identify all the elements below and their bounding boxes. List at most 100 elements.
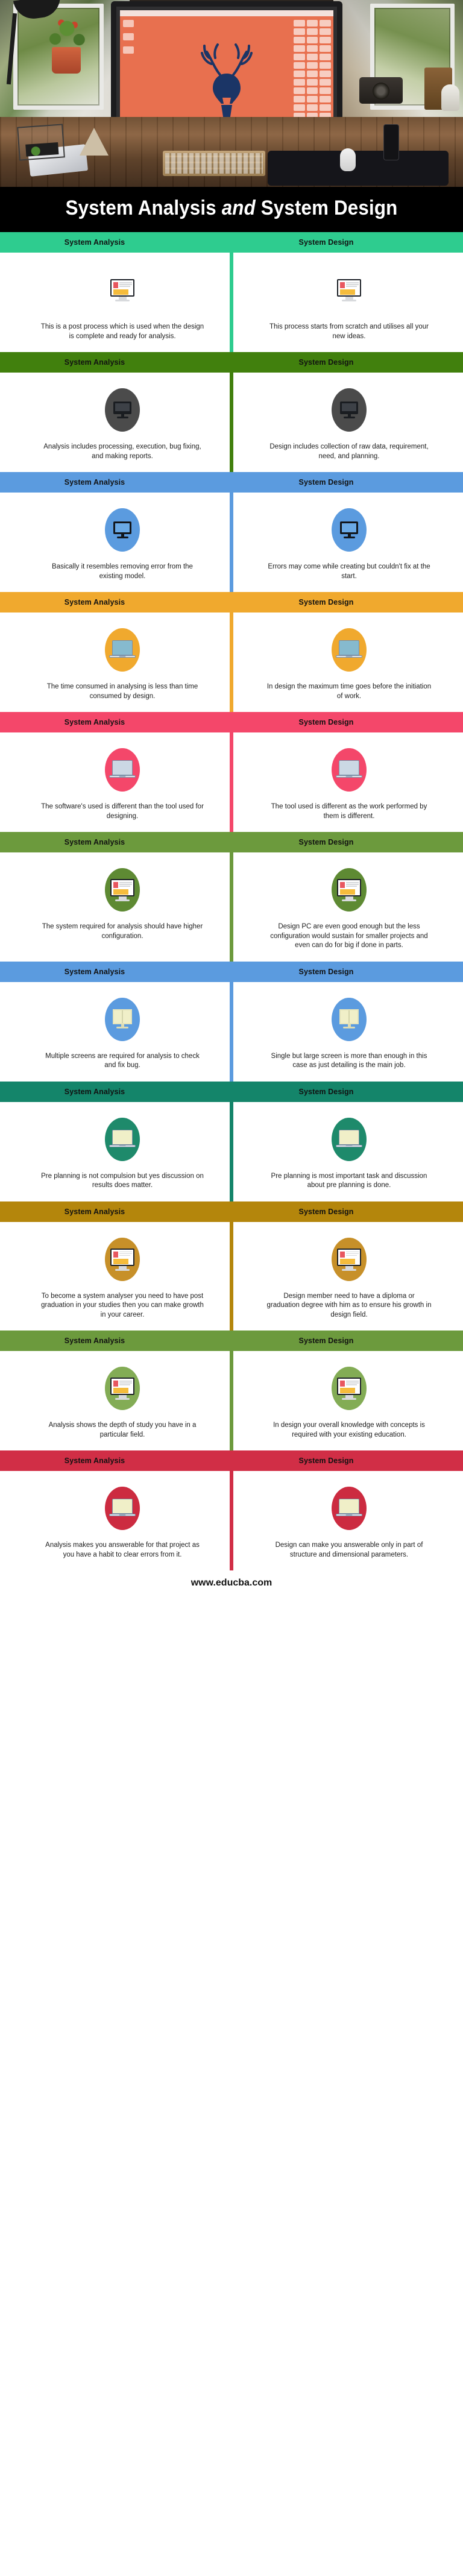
laptop-book-icon [336,1129,362,1149]
design-description: Design can make you answerable only in p… [275,1542,423,1558]
row-header-band-10: System Analysis System Design [0,1331,463,1352]
wooden-desk [0,117,463,187]
column-header-analysis: System Analysis [64,838,125,847]
hero-photo [0,0,463,187]
design-description: Design includes collection of raw data, … [269,443,429,460]
laptop-icon [109,640,136,660]
row-header-band-1: System Analysis System Design [0,232,463,253]
row-header-band-8: System Analysis System Design [0,1081,463,1102]
design-column-1: This process starts from scratch and uti… [232,268,463,341]
comparison-rows: System Analysis System Design This is a po… [0,232,463,1571]
analysis-column-9: To become a system analyser you need to … [0,1237,232,1320]
title-bar: System Analysis and System Design [0,187,463,232]
row-header-band-5: System Analysis System Design [0,712,463,733]
design-icon-badge [332,868,367,912]
column-header-design: System Design [298,598,354,607]
row-header-band-2: System Analysis System Design [0,352,463,373]
laptop-icon [336,640,362,660]
design-description: Single but large screen is more than eno… [271,1052,427,1069]
column-header-design: System Design [298,1337,354,1346]
glass-terrarium [17,124,65,161]
row-header-band-7: System Analysis System Design [0,961,463,982]
column-header-design: System Design [298,1456,354,1466]
design-description: Errors may come while creating but could… [268,563,430,580]
column-header-analysis: System Analysis [64,238,125,247]
row-divider-2 [230,373,233,473]
row-divider-3 [230,493,233,593]
analysis-icon-badge [105,1367,140,1411]
analysis-column-7: Multiple screens are required for analys… [0,997,232,1071]
monitor-document-icon [337,1378,361,1400]
design-icon-badge [332,748,367,792]
analysis-column-3: Basically it resembles removing error fr… [0,508,232,581]
design-icon-badge [332,268,367,312]
column-header-analysis: System Analysis [64,598,125,607]
monitor-blue-screen-icon [113,521,131,539]
design-icon-badge [332,628,367,672]
analysis-column-10: Analysis shows the depth of study you ha… [0,1367,232,1440]
analysis-description: Analysis shows the depth of study you ha… [48,1422,197,1438]
row-header-band-9: System Analysis System Design [0,1201,463,1222]
desktop-app-grid [294,20,331,133]
design-icon-badge [332,388,367,432]
footer: www.educba.com [0,1570,463,1600]
analysis-icon-badge [105,1237,140,1281]
design-icon-badge [332,1237,367,1281]
row-divider-1 [230,253,233,353]
row-divider-11 [230,1471,233,1571]
analysis-icon-badge [105,628,140,672]
macos-menubar [120,10,333,16]
comparison-row-7: Multiple screens are required for analys… [0,981,463,1082]
laptop-book-icon [109,1129,136,1149]
book-screen-icon [338,1009,360,1029]
row-header-band-6: System Analysis System Design [0,832,463,853]
row-header-band-3: System Analysis System Design [0,472,463,493]
column-header-design: System Design [298,838,354,847]
row-divider-5 [230,732,233,833]
desktop-file-icons [123,20,134,60]
deer-wallpaper-icon [201,43,253,127]
column-header-design: System Design [298,1207,354,1216]
design-column-9: Design member need to have a diploma or … [232,1237,463,1320]
camera [359,77,403,104]
imac-screen [120,10,333,133]
monitor-document-icon [337,879,361,902]
analysis-column-8: Pre planning is not compulsion but yes d… [0,1117,232,1191]
paper-cone-decor [80,128,109,156]
analysis-column-2: Analysis includes processing, execution,… [0,388,232,461]
analysis-icon-badge [105,868,140,912]
analysis-icon-badge [105,997,140,1041]
monitor-dark-icon [113,402,131,419]
monitor-document-icon [337,279,361,301]
monitor-document-icon [110,1248,134,1271]
monitor-document-icon [110,879,134,902]
design-column-7: Single but large screen is more than eno… [232,997,463,1071]
analysis-description: This is a post process which is used whe… [40,323,204,340]
analysis-icon-badge [105,388,140,432]
laptop-book-icon [109,1499,136,1518]
analysis-column-5: The software's used is different than th… [0,748,232,821]
analysis-icon-badge [105,268,140,312]
analysis-column-4: The time consumed in analysing is less t… [0,628,232,701]
design-column-6: Design PC are even good enough but the l… [232,868,463,951]
design-column-11: Design can make you answerable only in p… [232,1487,463,1560]
row-header-band-11: System Analysis System Design [0,1450,463,1472]
deer-highlight [222,97,231,104]
smartphone [383,124,399,160]
analysis-description: To become a system analyser you need to … [41,1292,204,1318]
row-header-band-4: System Analysis System Design [0,592,463,613]
row-divider-9 [230,1221,233,1331]
title-emphasis: and [221,197,256,219]
design-icon-badge [332,1487,367,1531]
comparison-row-3: Basically it resembles removing error fr… [0,493,463,593]
analysis-icon-badge [105,508,140,552]
comparison-row-10: Analysis shows the depth of study you ha… [0,1351,463,1451]
column-header-design: System Design [298,478,354,487]
analysis-column-11: Analysis makes you answerable for that p… [0,1487,232,1560]
analysis-icon-badge [105,1117,140,1161]
laptop-icon [336,760,362,779]
analysis-column-1: This is a post process which is used whe… [0,268,232,341]
site-url: www.educba.com [191,1578,272,1589]
desk-mat [268,151,449,186]
column-header-analysis: System Analysis [64,358,125,367]
